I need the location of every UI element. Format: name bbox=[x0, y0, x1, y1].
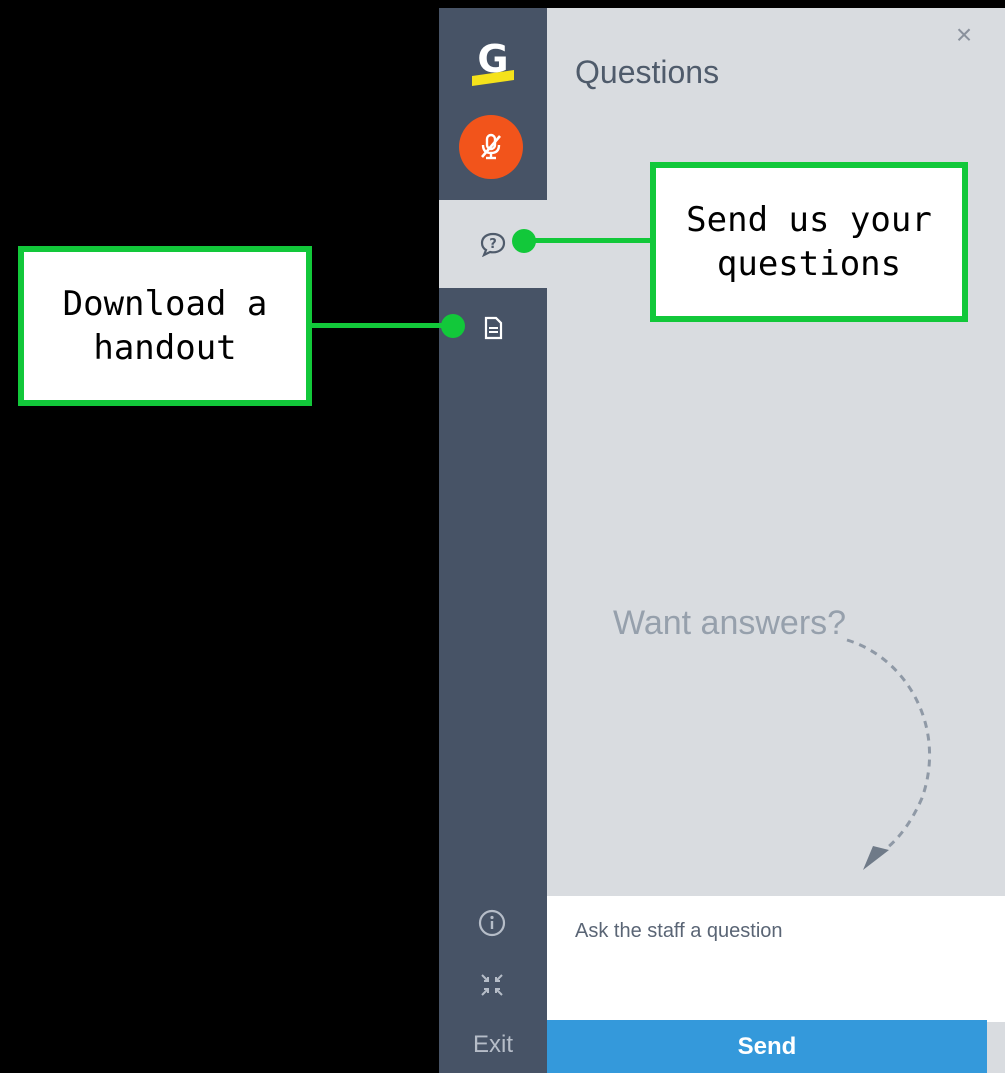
sidebar-rail: G ? Exit bbox=[439, 8, 547, 1073]
empty-state-hint: Want answers? bbox=[613, 604, 847, 642]
info-icon bbox=[478, 909, 506, 937]
question-input-area bbox=[547, 896, 1005, 1022]
callout-questions-connector bbox=[522, 238, 650, 243]
info-button[interactable] bbox=[475, 906, 509, 940]
callout-send-questions: Send us your questions bbox=[650, 162, 968, 322]
exit-button[interactable]: Exit bbox=[439, 1028, 547, 1062]
document-icon bbox=[484, 316, 503, 340]
mic-muted-icon bbox=[481, 133, 501, 160]
mic-mute-button[interactable] bbox=[459, 115, 523, 179]
question-input[interactable] bbox=[547, 896, 1005, 1022]
send-button[interactable]: Send bbox=[547, 1020, 987, 1073]
collapse-icon bbox=[481, 974, 503, 996]
collapse-button[interactable] bbox=[477, 970, 507, 1000]
callout-questions-dot bbox=[512, 229, 536, 253]
logo-letter: G bbox=[477, 37, 508, 81]
callout-handout-connector bbox=[312, 323, 450, 328]
question-bubble-icon: ? bbox=[480, 232, 506, 257]
sidebar-header: G bbox=[439, 8, 547, 200]
panel-title: Questions bbox=[575, 54, 720, 90]
callout-handout-dot bbox=[441, 314, 465, 338]
svg-text:?: ? bbox=[489, 237, 497, 252]
callout-download-handout: Download a handout bbox=[18, 246, 312, 406]
g-logo-icon: G bbox=[472, 37, 514, 86]
close-icon[interactable]: × bbox=[951, 21, 977, 49]
